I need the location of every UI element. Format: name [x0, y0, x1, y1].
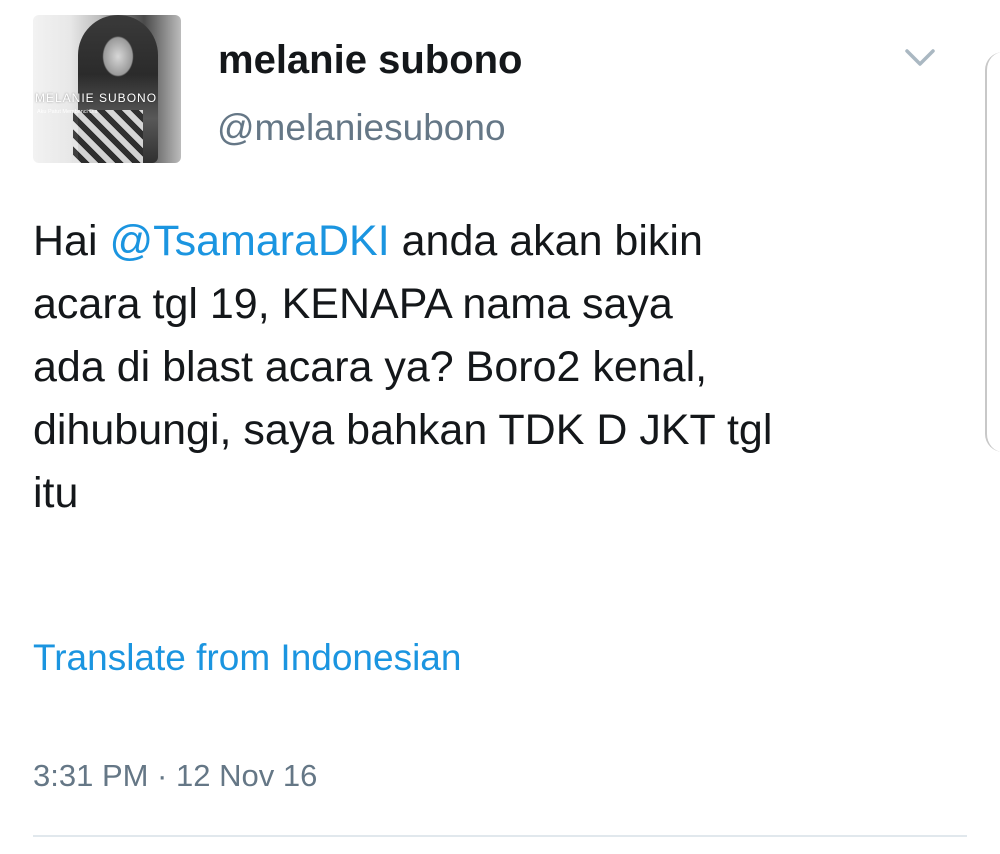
tweet-timestamp[interactable]: 3:31 PM · 12 Nov 16	[33, 758, 317, 794]
display-name[interactable]: melanie subono	[218, 38, 523, 83]
mention-link[interactable]: @TsamaraDKI	[109, 217, 389, 265]
tweet-text-intro: Hai	[33, 217, 110, 265]
avatar[interactable]: MELANIE SUBONO Aku Patut Membenci Dia	[33, 15, 181, 163]
translate-link[interactable]: Translate from Indonesian	[33, 637, 461, 679]
chevron-down-icon[interactable]	[900, 42, 940, 72]
scroll-edge	[985, 52, 1000, 452]
divider	[33, 835, 967, 837]
avatar-photo-shirt	[73, 110, 143, 163]
avatar-caption: MELANIE SUBONO	[35, 91, 158, 105]
tweet-text: Hai @TsamaraDKI anda akan bikin acara tg…	[33, 210, 983, 525]
avatar-subcaption: Aku Patut Membenci Dia	[37, 109, 98, 115]
user-handle[interactable]: @melaniesubono	[217, 107, 506, 149]
